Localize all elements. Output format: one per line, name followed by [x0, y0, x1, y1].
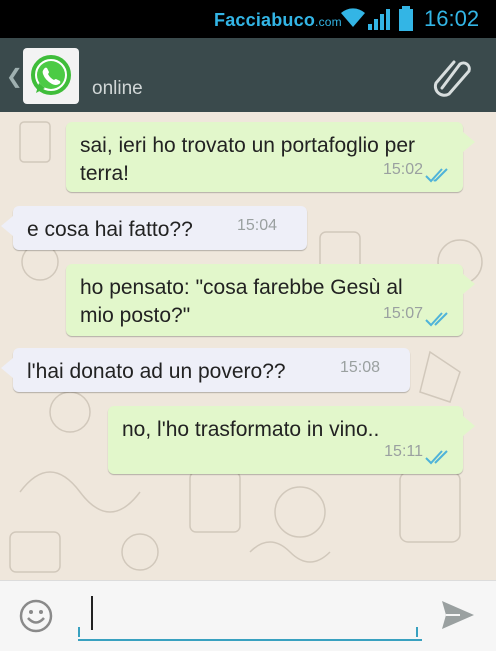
input-underline-left [78, 627, 80, 637]
battery-icon [399, 6, 413, 31]
signal-icon [368, 9, 390, 30]
smiley-icon[interactable] [18, 598, 54, 634]
wifi-icon [341, 8, 365, 27]
message-time: 15:04 [236, 217, 277, 234]
message-time: 15:11 [384, 443, 423, 460]
double-check-icon [425, 450, 448, 465]
status-bar: Facciabuco.com 16:02 [0, 0, 496, 38]
double-check-icon [425, 312, 448, 327]
contact-avatar[interactable] [23, 48, 79, 104]
message-time: 15:08 [339, 359, 380, 376]
carrier-brand: Facciabuco.com [214, 10, 342, 30]
message-bubble-incoming[interactable]: e cosa hai fatto?? 15:04 [1, 206, 307, 250]
chat-messages[interactable]: sai, ieri ho trovato un portafoglio per … [0, 112, 496, 580]
message-bubble-incoming[interactable]: l'hai donato ad un povero?? 15:08 [1, 348, 410, 392]
message-bubble-outgoing[interactable]: no, l'ho trasformato in vino.. 15:11 [108, 406, 475, 474]
message-time: 15:02 [382, 161, 423, 178]
whatsapp-logo-icon [31, 55, 71, 95]
message-text: no, l'ho trasformato in vino.. [122, 418, 380, 441]
double-check-icon [425, 168, 448, 183]
chat-header: ❮ online [0, 38, 496, 114]
message-text: l'hai donato ad un povero?? [27, 360, 286, 383]
message-bubble-outgoing[interactable]: ho pensato: "cosa farebbe Gesù al mio po… [66, 264, 475, 336]
message-input[interactable] [78, 595, 422, 641]
paperclip-icon[interactable] [430, 54, 476, 100]
text-cursor [91, 596, 93, 630]
status-clock: 16:02 [424, 6, 480, 31]
send-icon[interactable] [440, 599, 476, 631]
contact-status: online [92, 78, 143, 99]
chevron-left-icon[interactable]: ❮ [6, 64, 23, 89]
message-time: 15:07 [382, 305, 423, 322]
message-text: e cosa hai fatto?? [27, 218, 193, 241]
message-bubble-outgoing[interactable]: sai, ieri ho trovato un portafoglio per … [66, 122, 475, 192]
message-composer [0, 580, 496, 651]
input-underline-right [416, 627, 418, 637]
